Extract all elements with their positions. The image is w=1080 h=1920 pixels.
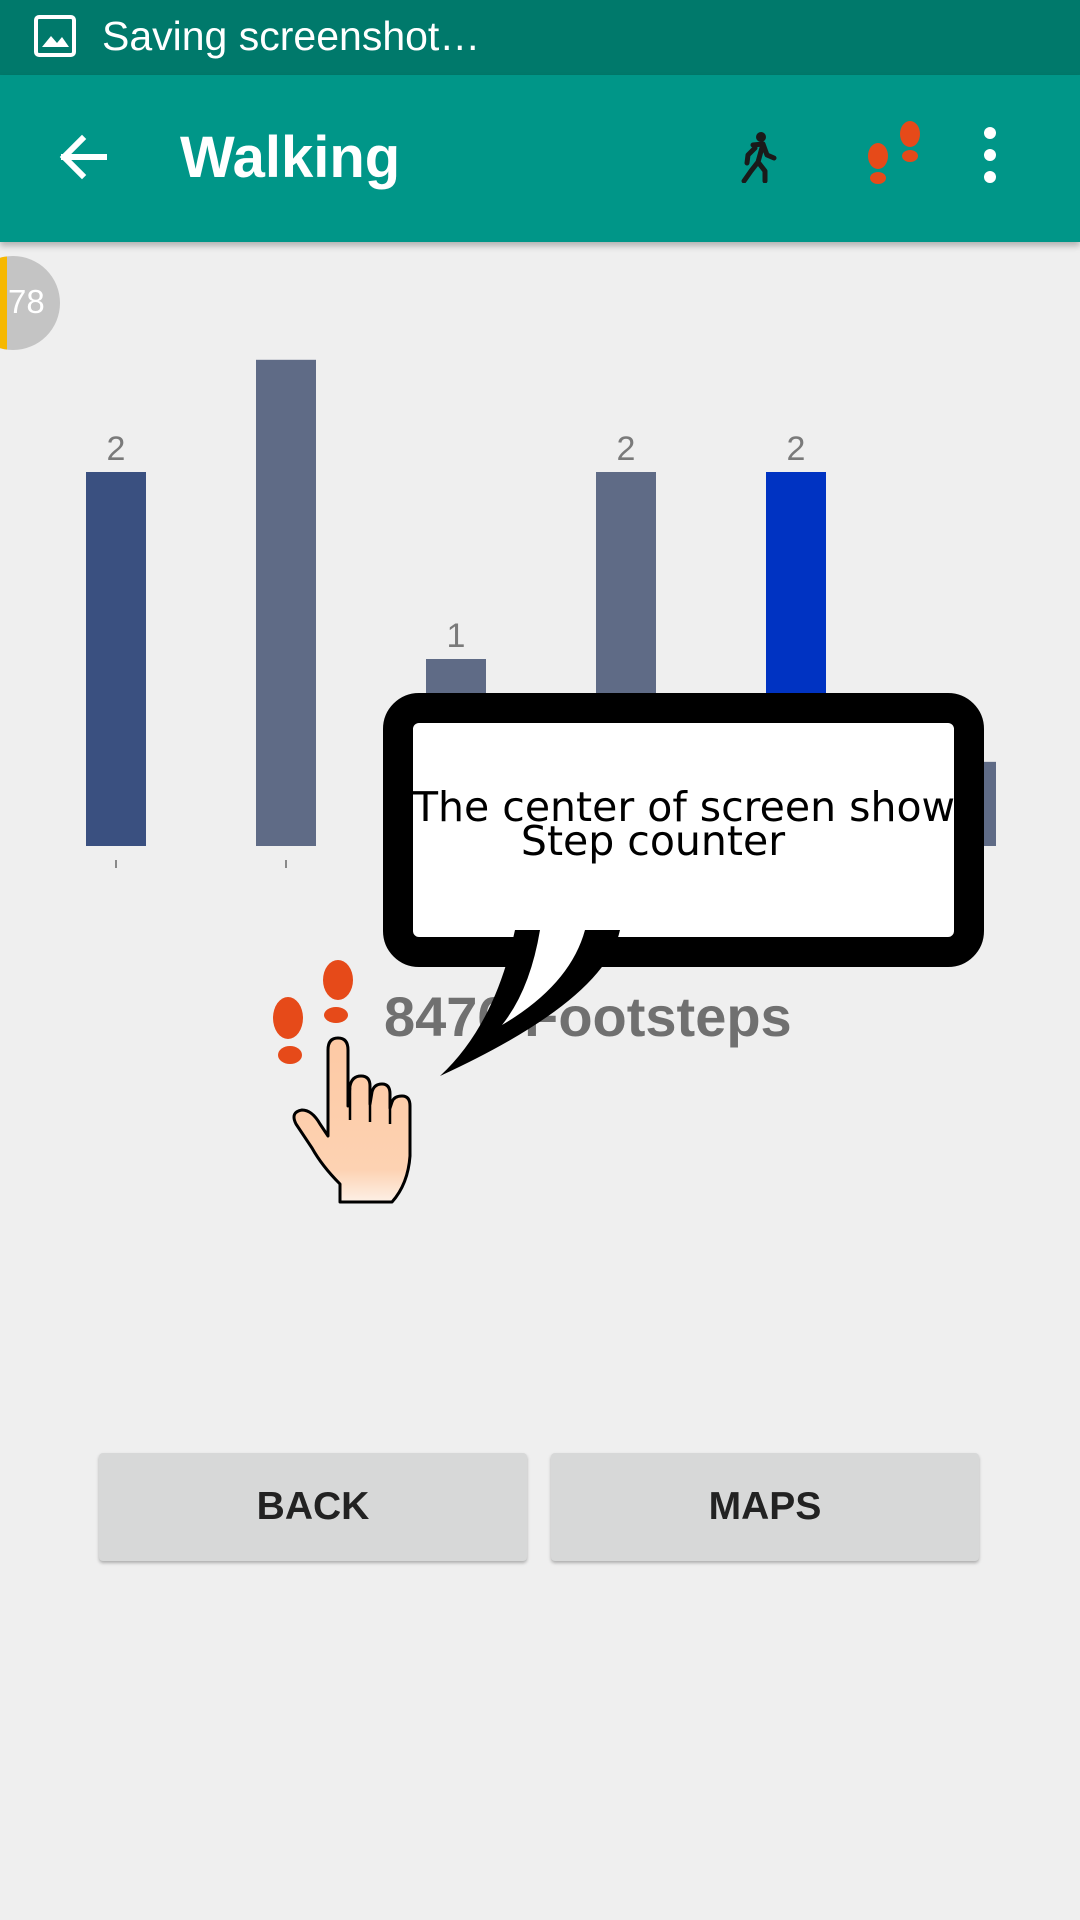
bar-value-label: 2 [107,430,126,468]
chart-bar[interactable] [86,472,146,846]
walking-icon[interactable] [710,111,802,203]
bar-value-label: 2 [787,430,806,468]
bar-value-label: 1 [447,617,466,655]
back-arrow-icon[interactable] [56,131,108,188]
image-icon [34,15,76,62]
pointing-hand-icon [292,1036,422,1209]
maps-button[interactable]: MAPS [551,1453,979,1561]
page-title: Walking [180,125,401,190]
footsteps-icon[interactable] [860,120,930,197]
status-bar: Saving screenshot… [0,0,1080,75]
app-bar: Walking [0,75,1080,242]
back-button[interactable]: BACK [99,1453,527,1561]
status-text: Saving screenshot… [102,13,481,59]
bar-value-label: 2 [617,430,636,468]
tooltip-tail [430,930,630,1085]
more-vert-icon[interactable] [980,125,1000,190]
chart-bar[interactable] [256,359,316,846]
tooltip-text: The center of screen shows Step counter [413,787,976,862]
